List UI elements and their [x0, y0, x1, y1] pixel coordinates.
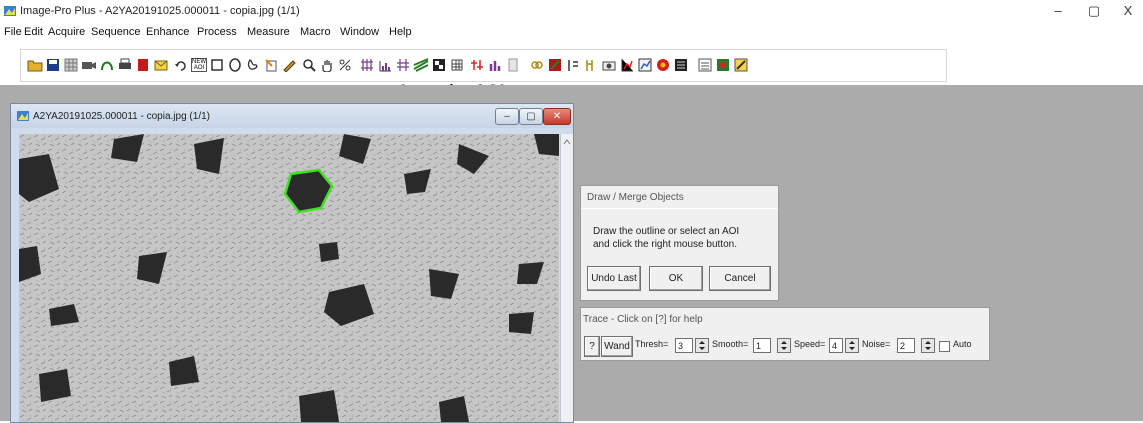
- trace-wand-icon[interactable]: [263, 56, 279, 74]
- irregular-aoi-icon[interactable]: [245, 56, 261, 74]
- open-icon[interactable]: [27, 56, 43, 74]
- menu-process[interactable]: Process: [197, 26, 237, 38]
- image-window-icon: [17, 111, 29, 121]
- micrograph-svg: [19, 134, 559, 422]
- stack-icon[interactable]: [505, 56, 521, 74]
- auto-checkbox[interactable]: [939, 341, 950, 352]
- pan-hand-icon[interactable]: [319, 56, 335, 74]
- restore-button[interactable]: ▢: [1084, 3, 1104, 19]
- app-title-bar: Image-Pro Plus - A2YA20191025.000011 - c…: [0, 0, 1143, 24]
- link-icon[interactable]: [529, 56, 545, 74]
- noise-spinner[interactable]: [921, 338, 935, 353]
- image-restore-button[interactable]: ▢: [519, 108, 543, 125]
- camera-icon[interactable]: [81, 56, 97, 74]
- menu-macro[interactable]: Macro: [300, 26, 331, 38]
- menu-sequence[interactable]: Sequence: [91, 26, 141, 38]
- menu-window[interactable]: Window: [340, 26, 379, 38]
- calibration-icon[interactable]: [359, 56, 375, 74]
- index-icon[interactable]: [583, 56, 599, 74]
- chart-icon[interactable]: [637, 56, 653, 74]
- pencil-icon[interactable]: [281, 56, 297, 74]
- menu-enhance[interactable]: Enhance: [146, 26, 189, 38]
- app-icon: [4, 6, 16, 16]
- print-icon[interactable]: [117, 56, 133, 74]
- database-icon[interactable]: [697, 56, 713, 74]
- count-icon[interactable]: [449, 56, 465, 74]
- noise-input[interactable]: 2: [897, 338, 915, 353]
- image-vertical-scrollbar[interactable]: [560, 134, 573, 422]
- color-gear-icon[interactable]: [655, 56, 671, 74]
- grid-icon[interactable]: [63, 56, 79, 74]
- plot-icon[interactable]: [619, 56, 635, 74]
- menu-edit[interactable]: Edit: [24, 26, 43, 38]
- thresh-icon[interactable]: [413, 56, 429, 74]
- wand-button[interactable]: Wand: [601, 336, 633, 357]
- curve-icon[interactable]: [99, 56, 115, 74]
- noise-label: Noise=: [862, 339, 891, 349]
- rectangle-aoi-icon[interactable]: [209, 56, 225, 74]
- ellipse-aoi-icon[interactable]: [227, 56, 243, 74]
- percent-icon[interactable]: [337, 56, 353, 74]
- smooth-label: Smooth=: [712, 339, 749, 349]
- menu-measure[interactable]: Measure: [247, 26, 290, 38]
- draw-dialog-title: Draw / Merge Objects: [587, 192, 684, 203]
- speed-spinner[interactable]: [845, 338, 859, 353]
- align-icon[interactable]: [565, 56, 581, 74]
- speed-input[interactable]: 4: [829, 338, 843, 353]
- image-window: A2YA20191025.000011 - copia.jpg (1/1) – …: [10, 103, 574, 423]
- trace-help-button[interactable]: ?: [584, 336, 600, 357]
- line-profile-icon[interactable]: [395, 56, 411, 74]
- auto-label: Auto: [953, 339, 972, 349]
- close-button[interactable]: X: [1118, 3, 1138, 18]
- image-window-title: A2YA20191025.000011 - copia.jpg (1/1): [33, 111, 210, 122]
- thresh-input[interactable]: 3: [675, 338, 693, 353]
- new-aoi-label: NEW AOI: [191, 58, 207, 72]
- undo-icon[interactable]: [173, 56, 189, 74]
- app-title: Image-Pro Plus - A2YA20191025.000011 - c…: [20, 5, 300, 17]
- scroll-up-icon[interactable]: [561, 137, 573, 147]
- menu-file[interactable]: File: [4, 26, 22, 38]
- ok-button[interactable]: OK: [649, 266, 703, 291]
- smooth-input[interactable]: 1: [753, 338, 771, 353]
- cancel-button[interactable]: Cancel: [709, 266, 771, 291]
- report-icon[interactable]: [673, 56, 689, 74]
- thresh-label: Thresh=: [635, 339, 669, 349]
- menu-help[interactable]: Help: [389, 26, 412, 38]
- image-close-button[interactable]: ✕: [543, 108, 571, 125]
- draw-dialog-divider: [581, 208, 778, 209]
- image-window-titlebar[interactable]: A2YA20191025.000011 - copia.jpg (1/1) – …: [11, 104, 573, 128]
- draw-dialog-message-1: Draw the outline or select an AOI: [593, 226, 740, 237]
- speed-label: Speed=: [794, 339, 826, 349]
- trace-panel-title: Trace - Click on [?] for help: [583, 314, 703, 325]
- measure-icon[interactable]: [431, 56, 447, 74]
- draw-merge-dialog: Draw / Merge Objects Draw the outline or…: [580, 185, 779, 301]
- draw-dialog-message-2: and click the right mouse button.: [593, 239, 737, 250]
- new-aoi-icon[interactable]: NEW AOI: [191, 56, 207, 74]
- minimize-button[interactable]: –: [1048, 3, 1068, 18]
- trace-panel: Trace - Click on [?] for help ? Wand Thr…: [580, 307, 990, 361]
- smooth-spinner[interactable]: [777, 338, 791, 353]
- histogram-icon[interactable]: [377, 56, 393, 74]
- undo-last-button[interactable]: Undo Last: [587, 266, 641, 291]
- envelope-icon[interactable]: [153, 56, 169, 74]
- save-icon[interactable]: [45, 56, 61, 74]
- macro-edit-icon[interactable]: [733, 56, 749, 74]
- camera-capture-icon[interactable]: [601, 56, 617, 74]
- zoom-icon[interactable]: [301, 56, 317, 74]
- merge-icon[interactable]: [469, 56, 485, 74]
- bar-chart-icon[interactable]: [487, 56, 503, 74]
- flag-icon[interactable]: [547, 56, 563, 74]
- thresh-spinner[interactable]: [695, 338, 709, 353]
- macro-record-icon[interactable]: [715, 56, 731, 74]
- micrograph-image[interactable]: [19, 134, 559, 422]
- image-minimize-button[interactable]: –: [495, 108, 519, 125]
- toolbar: NEW AOI: [20, 49, 947, 82]
- red-book-icon[interactable]: [135, 56, 151, 74]
- menu-acquire[interactable]: Acquire: [48, 26, 85, 38]
